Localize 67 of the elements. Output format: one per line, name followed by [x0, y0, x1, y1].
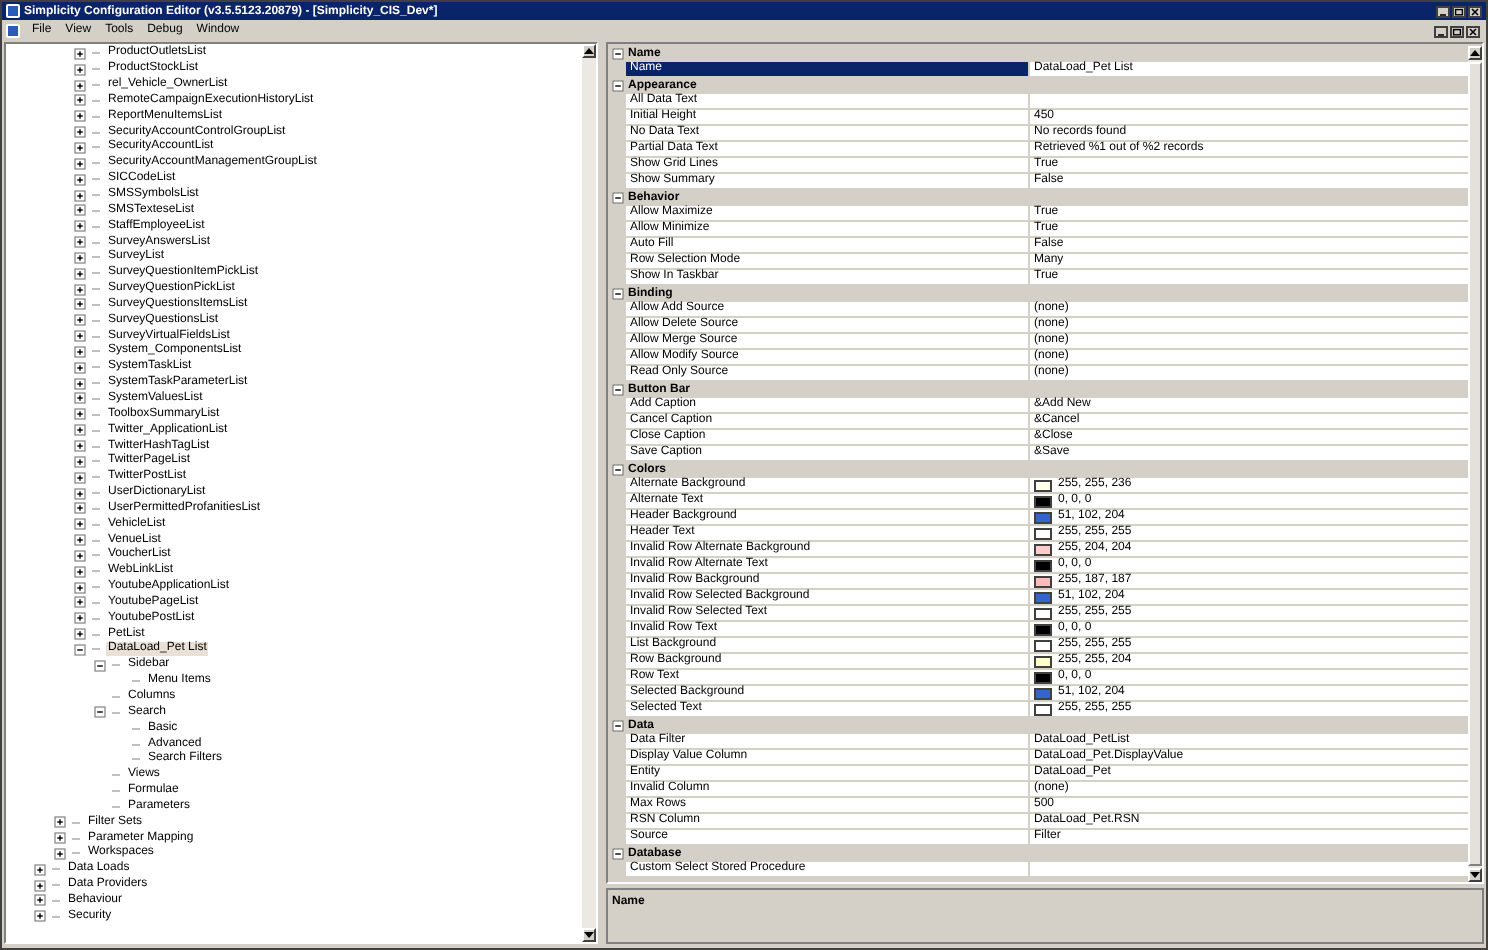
minimize-button[interactable] — [1434, 25, 1448, 37]
maximize-button[interactable] — [1452, 5, 1466, 17]
restore-button[interactable] — [1450, 25, 1464, 37]
minus-box-icon[interactable] — [611, 464, 623, 476]
plus-box-icon[interactable] — [74, 377, 86, 390]
scroll-down-button[interactable] — [1468, 868, 1482, 882]
plus-box-icon[interactable] — [74, 110, 86, 123]
plus-box-icon[interactable] — [74, 424, 86, 437]
plus-box-icon[interactable] — [74, 487, 86, 500]
plus-box-icon[interactable] — [74, 345, 86, 358]
plus-box-icon[interactable] — [74, 408, 86, 421]
minus-box-icon[interactable] — [611, 288, 623, 300]
plus-box-icon[interactable] — [74, 94, 86, 107]
plus-box-icon[interactable] — [74, 628, 86, 641]
plus-box-icon[interactable] — [34, 894, 46, 907]
minus-box-icon[interactable] — [611, 848, 623, 860]
plus-box-icon[interactable] — [34, 863, 46, 876]
plus-box-icon[interactable] — [74, 518, 86, 531]
close-button[interactable] — [1466, 25, 1480, 37]
close-button[interactable] — [1468, 5, 1482, 17]
plus-box-icon[interactable] — [74, 267, 86, 280]
plus-box-icon[interactable] — [74, 204, 86, 217]
plus-box-icon[interactable] — [74, 157, 86, 170]
plus-box-icon[interactable] — [34, 910, 46, 923]
scroll-up-button[interactable] — [1468, 46, 1482, 60]
plus-box-icon[interactable] — [74, 330, 86, 343]
plus-box-icon[interactable] — [74, 79, 86, 92]
plus-box-icon[interactable] — [74, 63, 86, 76]
plus-box-icon[interactable] — [54, 847, 66, 860]
plus-box-icon[interactable] — [74, 596, 86, 609]
plus-box-icon[interactable] — [74, 581, 86, 594]
plus-box-icon[interactable] — [74, 220, 86, 233]
minus-box-icon[interactable] — [611, 80, 623, 92]
plus-box-icon[interactable] — [74, 612, 86, 625]
plus-box-icon[interactable] — [74, 440, 86, 453]
minus-box-icon[interactable] — [94, 659, 106, 672]
plus-box-icon[interactable] — [74, 392, 86, 405]
scrollbar[interactable] — [582, 44, 596, 942]
minus-box-icon[interactable] — [74, 643, 86, 656]
plus-box-icon[interactable] — [74, 126, 86, 139]
plus-box-icon[interactable] — [74, 283, 86, 296]
plus-box-icon[interactable] — [74, 502, 86, 515]
plus-box-icon[interactable] — [74, 189, 86, 202]
minus-box-icon[interactable] — [611, 192, 623, 204]
plus-box-icon[interactable] — [74, 173, 86, 186]
plus-box-icon[interactable] — [74, 47, 86, 60]
plus-box-icon[interactable] — [34, 879, 46, 892]
plus-box-icon[interactable] — [74, 141, 86, 154]
plus-box-icon[interactable] — [54, 816, 66, 829]
plus-box-icon[interactable] — [74, 251, 86, 264]
minimize-button[interactable] — [1436, 5, 1450, 17]
scroll-up-button[interactable] — [582, 44, 596, 58]
plus-box-icon[interactable] — [74, 549, 86, 562]
minus-box-icon[interactable] — [94, 706, 106, 719]
plus-box-icon[interactable] — [74, 361, 86, 374]
plus-box-icon[interactable] — [74, 236, 86, 249]
minus-box-icon[interactable] — [611, 48, 623, 60]
plus-box-icon[interactable] — [74, 314, 86, 327]
minus-box-icon[interactable] — [611, 720, 623, 732]
scroll-down-button[interactable] — [582, 928, 596, 942]
plus-box-icon[interactable] — [54, 832, 66, 845]
plus-box-icon[interactable] — [74, 565, 86, 578]
plus-box-icon[interactable] — [74, 534, 86, 547]
plus-box-icon[interactable] — [74, 298, 86, 311]
minus-box-icon[interactable] — [611, 384, 623, 396]
plus-box-icon[interactable] — [74, 471, 86, 484]
plus-box-icon[interactable] — [74, 455, 86, 468]
